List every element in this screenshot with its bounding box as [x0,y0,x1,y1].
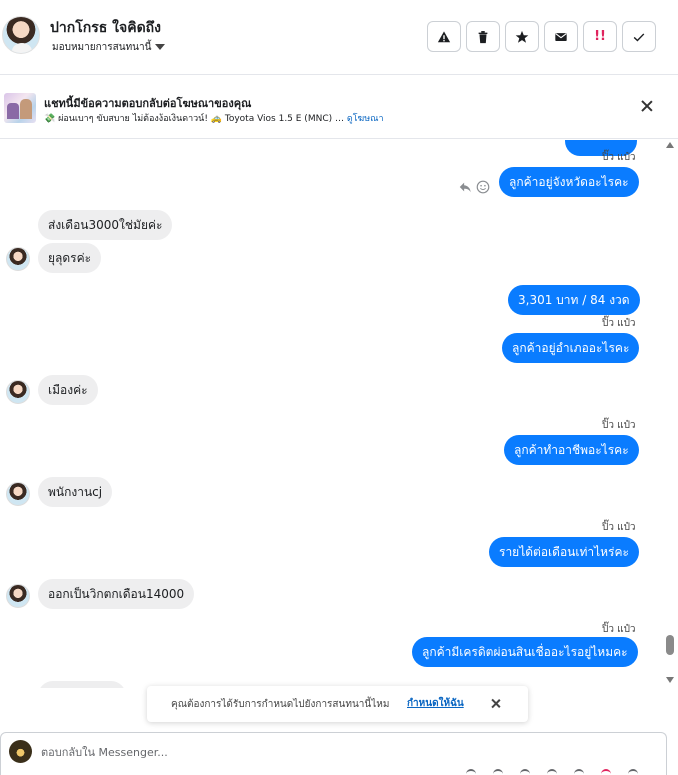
toast-close-button[interactable] [490,698,501,709]
star-icon [515,30,529,43]
image-icon[interactable] [547,769,557,775]
conversation-header: ปากโกรธ ใจคิดถึง มอบหมายการสนทนานี้ !! [0,0,678,75]
message-bubble-incoming[interactable]: เมืองค่ะ [38,375,98,405]
message-bubble-incoming[interactable]: ออกเป็นวิกตกเดือน14000 [38,579,195,609]
mark-done-button[interactable] [622,21,656,52]
mark-unread-button[interactable] [544,21,578,52]
reply-input[interactable] [41,742,441,762]
saved-reply-icon[interactable] [574,769,584,775]
message-thread: ปิ๊ว แป๋ว ลูกค้าอยู่จังหวัดอะไรคะ ส่งเดื… [0,140,664,688]
emoji-icon[interactable] [493,769,503,775]
message-bubble-outgoing[interactable]: 3,301 บาท / 84 งวด [508,285,640,315]
trash-icon [478,30,488,43]
assign-to-me-link[interactable]: กำหนดให้ฉัน [407,696,464,711]
assign-conversation-dropdown[interactable]: มอบหมายการสนทนานี้ [52,40,166,55]
contact-avatar-small [6,482,30,506]
reply-icon[interactable] [458,180,472,194]
message-bubble-incoming[interactable] [38,681,126,688]
close-icon [490,698,501,709]
message-bubble-outgoing[interactable]: ลูกค้าอยู่อำเภออะไรคะ [502,333,640,363]
chevron-down-icon [155,43,166,50]
check-icon [633,32,645,41]
star-button[interactable] [505,21,539,52]
ad-thumbnail[interactable] [4,93,36,123]
mail-icon [555,32,567,41]
delete-button[interactable] [466,21,500,52]
report-button[interactable] [427,21,461,52]
reply-composer [0,732,667,775]
seen-indicator: ปิ๊ว แป๋ว [602,624,636,635]
seen-indicator: ปิ๊ว แป๋ว [602,522,636,533]
seen-indicator: ปิ๊ว แป๋ว [602,152,636,163]
scroll-down-arrow[interactable] [666,677,674,683]
assign-label: มอบหมายการสนทนานี้ [52,42,152,53]
scroll-up-arrow[interactable] [666,142,674,148]
assign-prompt-text: คุณต้องการได้รับการกำหนดไปยังการสนทนานี้… [171,699,390,710]
contact-name[interactable]: ปากโกรธ ใจคิดถึง [50,17,161,39]
spam-button[interactable]: !! [583,21,617,52]
message-bubble-outgoing[interactable]: ลูกค้ามีเครดิตผ่อนสินเชื่ออะไรอยู่ไหมคะ [412,637,638,667]
ad-banner-close-button[interactable] [640,99,654,113]
attach-icon[interactable] [466,769,476,775]
header-actions: !! [427,21,656,52]
warning-icon [437,30,451,42]
ad-description: 💸 ผ่อนเบาๆ ขับสบาย ไม่ต้องง้อเงินดาวน์! … [44,114,344,124]
contact-avatar-small [6,247,30,271]
page-avatar [9,740,32,763]
seen-indicator: ปิ๊ว แป๋ว [602,420,636,431]
assign-prompt-toast: คุณต้องการได้รับการกำหนดไปยังการสนทนานี้… [147,686,528,722]
contact-avatar-small [6,380,30,404]
like-icon[interactable] [601,769,611,775]
spam-icon: !! [594,29,606,44]
view-ad-link[interactable]: ดูโฆษณา [347,114,384,124]
ad-reply-banner: แชทนี้มีข้อความตอบกลับต่อโฆษณาของคุณ 💸 ผ… [0,76,678,139]
scrollbar-thumb[interactable] [666,635,674,655]
message-bubble-incoming[interactable]: ยุลุดรค่ะ [38,243,102,273]
contact-avatar[interactable] [2,16,40,54]
ad-banner-subtitle: 💸 ผ่อนเบาๆ ขับสบาย ไม่ต้องง้อเงินดาวน์! … [44,111,384,125]
message-bubble-incoming[interactable]: ส่งเดือน3000ใช่มัยค่ะ [38,210,173,240]
ad-banner-title: แชทนี้มีข้อความตอบกลับต่อโฆษณาของคุณ [44,97,252,110]
gif-icon[interactable] [520,769,530,775]
message-bubble-outgoing[interactable]: รายได้ต่อเดือนเท่าไหร่คะ [489,537,639,567]
message-bubble-outgoing[interactable]: ลูกค้าทำอาชีพอะไรคะ [504,435,639,465]
contact-avatar-small [6,584,30,608]
message-bubble-outgoing[interactable]: ลูกค้าอยู่จังหวัดอะไรคะ [499,167,639,197]
more-icon[interactable] [628,769,638,775]
composer-toolbar [466,769,638,775]
emoji-reaction-icon[interactable] [476,180,490,194]
close-icon [640,99,654,113]
message-bubble-incoming[interactable]: พนักงานcj [38,477,113,507]
seen-indicator: ปิ๊ว แป๋ว [602,318,636,329]
